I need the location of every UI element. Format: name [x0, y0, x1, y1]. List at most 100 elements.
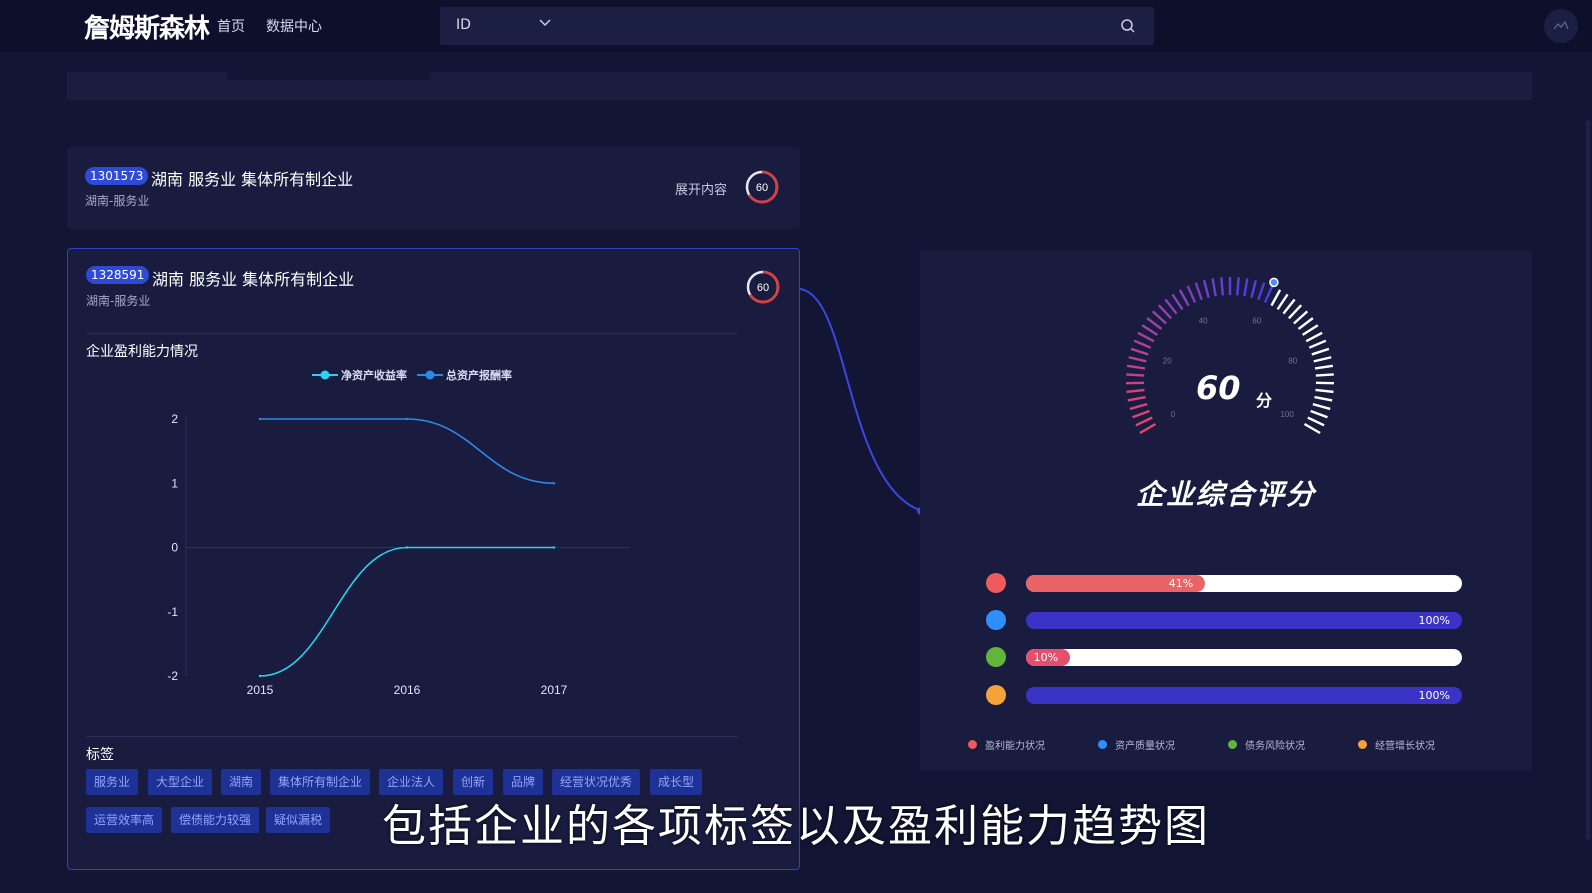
- legend-label-profitability[interactable]: 盈利能力状况: [985, 737, 1045, 752]
- gauge-tick: [1297, 317, 1314, 330]
- company-id-badge: 1328591: [86, 266, 150, 284]
- divider: [86, 333, 738, 334]
- gauge-tick: [1305, 331, 1323, 343]
- tab-strip: [67, 72, 1532, 100]
- progress-bar-fill: [1026, 687, 1462, 704]
- y-tick-label: 0: [171, 541, 178, 555]
- legend-item-roa[interactable]: 总资产报酬率: [446, 367, 512, 383]
- gauge-tick-label: 80: [1288, 357, 1297, 366]
- gauge-tick: [1315, 388, 1334, 394]
- gauge-pointer: [1269, 277, 1279, 288]
- gauge-tick: [1132, 409, 1150, 419]
- profitability-section-title: 企业盈利能力情况: [86, 344, 198, 360]
- gauge-tick: [1127, 395, 1146, 402]
- video-subtitle: 包括企业的各项标签以及盈利能力趋势图: [382, 801, 1210, 852]
- expand-content-button[interactable]: 展开内容: [675, 179, 727, 198]
- gauge-tick: [1146, 317, 1163, 330]
- data-point: [552, 546, 556, 549]
- company-card-collapsed[interactable]: 1301573 湖南 服务业 集体所有制企业 湖南-服务业 展开内容 60: [67, 147, 800, 229]
- gauge-tick: [1139, 422, 1157, 435]
- company-id-badge: 1301573: [85, 167, 149, 185]
- y-tick-label: 1: [171, 476, 178, 490]
- gauge-tick: [1308, 339, 1327, 349]
- card-connector-line: [800, 288, 925, 515]
- gauge-tick: [1137, 331, 1155, 343]
- progress-bar-debt-risk: 10%: [1026, 649, 1462, 666]
- page-scrollbar[interactable]: [1586, 120, 1590, 840]
- gauge-tick-label: 60: [1252, 317, 1261, 326]
- legend-label-asset-quality[interactable]: 资产质量状况: [1115, 737, 1175, 752]
- gauge-tick: [1276, 293, 1289, 311]
- gauge-tick: [1202, 279, 1210, 299]
- score-ring-value: 60: [756, 182, 768, 194]
- gauge-tick: [1287, 304, 1303, 320]
- series-line: [259, 546, 554, 677]
- score-value: 60: [1196, 369, 1241, 407]
- avatar[interactable]: [1544, 9, 1578, 43]
- x-tick-label: 2017: [541, 683, 568, 697]
- series-line: [260, 418, 555, 485]
- gauge-tick: [1186, 285, 1197, 303]
- gauge-tick: [1313, 356, 1332, 363]
- progress-bar-label: 10%: [1033, 651, 1059, 664]
- gauge-tick: [1236, 277, 1240, 296]
- legend-dot: [1228, 740, 1237, 749]
- progress-bar-profitability: 41%: [1026, 575, 1462, 592]
- data-point: [258, 674, 262, 678]
- gauge-tick: [1315, 373, 1334, 377]
- gauge-tick: [1171, 293, 1184, 311]
- gauge-tick: [1130, 347, 1149, 356]
- gauge-tick: [1133, 339, 1152, 349]
- gauge-tick: [1310, 409, 1328, 419]
- legend-dot: [1098, 740, 1107, 749]
- score-ring: 60: [746, 270, 780, 304]
- search-icon[interactable]: [1120, 18, 1136, 34]
- gauge-tick: [1126, 364, 1146, 370]
- company-subtitle: 湖南-服务业: [85, 194, 150, 208]
- search-type-select[interactable]: ID: [456, 17, 471, 33]
- gauge-tick: [1301, 324, 1319, 336]
- score-ring-value: 60: [757, 282, 769, 294]
- legend-label-growth[interactable]: 经营增长状况: [1375, 737, 1435, 752]
- gauge-tick: [1157, 304, 1173, 320]
- company-subtitle: 湖南-服务业: [86, 294, 151, 308]
- nav-link-home[interactable]: 首页: [217, 16, 245, 36]
- nav-link-data-center[interactable]: 数据中心: [266, 16, 322, 36]
- gauge-tick: [1211, 278, 1217, 297]
- bar-dot-debt-risk: [986, 647, 1006, 667]
- profitability-line-chart: 2 1 0 -1 -2 2015 2016 2017: [167, 412, 630, 697]
- data-point: [258, 417, 262, 421]
- gauge-tick: [1311, 347, 1330, 356]
- gauge-tick: [1220, 277, 1224, 296]
- gauge-tick: [1126, 373, 1145, 377]
- data-point: [552, 482, 556, 485]
- x-tick-label: 2016: [394, 683, 421, 697]
- progress-bar-growth: 100%: [1026, 687, 1462, 704]
- legend-marker-roe: [312, 370, 338, 380]
- gauge-tick: [1126, 388, 1145, 394]
- gauge-tick: [1164, 298, 1178, 315]
- legend-item-roe[interactable]: 净资产收益率: [341, 367, 407, 383]
- y-tick-label: 2: [171, 412, 178, 426]
- gauge-tick: [1303, 422, 1321, 435]
- composite-score-panel: 0 20 40 60 80 100 60 分 企业综合评分 41% 100% 10% 10…: [920, 251, 1532, 770]
- tags-section-title: 标签: [86, 747, 114, 763]
- gauge-tick: [1270, 289, 1282, 307]
- gauge-tick: [1178, 289, 1190, 307]
- gauge-tick: [1194, 282, 1203, 301]
- gauge-tick: [1263, 285, 1274, 303]
- company-card-expanded: 1328591 湖南 服务业 集体所有制企业 湖南-服务业 60 企业盈利能力情…: [67, 248, 800, 870]
- progress-bar-label: 41%: [1168, 577, 1194, 590]
- company-title: 湖南 服务业 集体所有制企业: [152, 270, 355, 289]
- progress-bar-fill: [1026, 612, 1462, 629]
- legend-label-debt-risk[interactable]: 债务风险状况: [1245, 737, 1305, 752]
- site-logo[interactable]: 詹姆斯森林: [84, 8, 210, 45]
- score-ring: 60: [745, 170, 779, 204]
- gauge-tick: [1314, 364, 1334, 370]
- data-point: [405, 417, 409, 421]
- chevron-down-icon[interactable]: [538, 15, 552, 29]
- gauge-tick: [1129, 402, 1148, 411]
- progress-bar-label: 100%: [1418, 689, 1450, 702]
- search-input[interactable]: [570, 13, 1110, 39]
- bar-dot-growth: [986, 685, 1006, 705]
